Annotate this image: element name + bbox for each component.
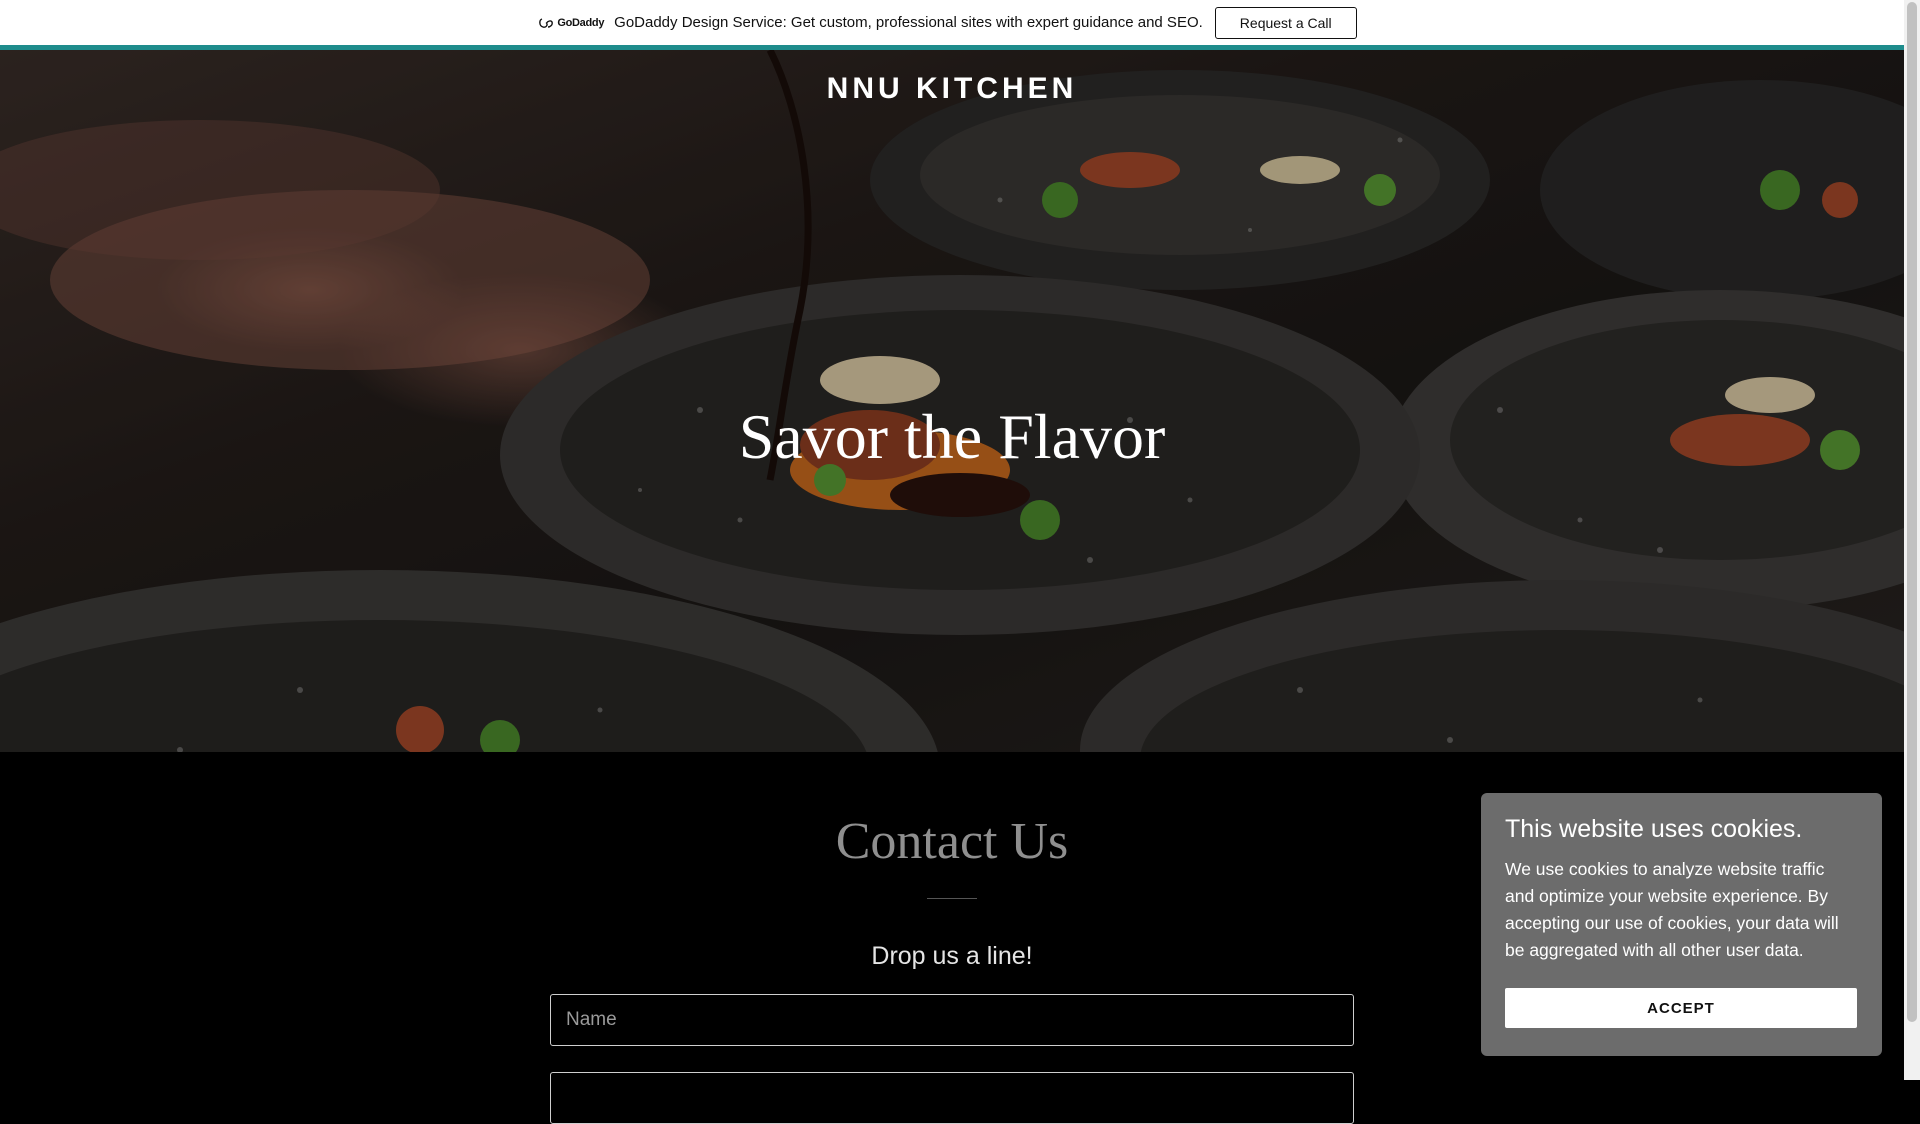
accept-cookies-button[interactable]: ACCEPT [1505,988,1857,1028]
cookie-body: We use cookies to analyze website traffi… [1505,859,1839,960]
name-field[interactable] [550,994,1354,1046]
cookie-banner: This website uses cookies. We use cookie… [1481,793,1882,1056]
godaddy-logo[interactable]: GoDaddy [539,17,604,29]
request-call-button[interactable]: Request a Call [1214,6,1357,39]
title-divider [927,898,977,899]
page-scrollbar[interactable] [1904,0,1920,1080]
site-title[interactable]: NNU KITCHEN [0,72,1904,106]
hero-headline: Savor the Flavor [738,401,1166,472]
promo-content: GoDaddy GoDaddy Design Service: Get cust… [539,6,1357,39]
scrollbar-thumb[interactable] [1907,2,1917,1022]
cookie-title: This website uses cookies. [1505,815,1803,843]
promo-bar: GoDaddy GoDaddy Design Service: Get cust… [0,0,1904,50]
hero-section: NNU KITCHEN Savor the Flavor [0,50,1904,752]
promo-message: GoDaddy Design Service: Get custom, prof… [614,14,1203,31]
godaddy-logo-text: GoDaddy [557,16,605,29]
godaddy-logo-icon [539,17,554,28]
